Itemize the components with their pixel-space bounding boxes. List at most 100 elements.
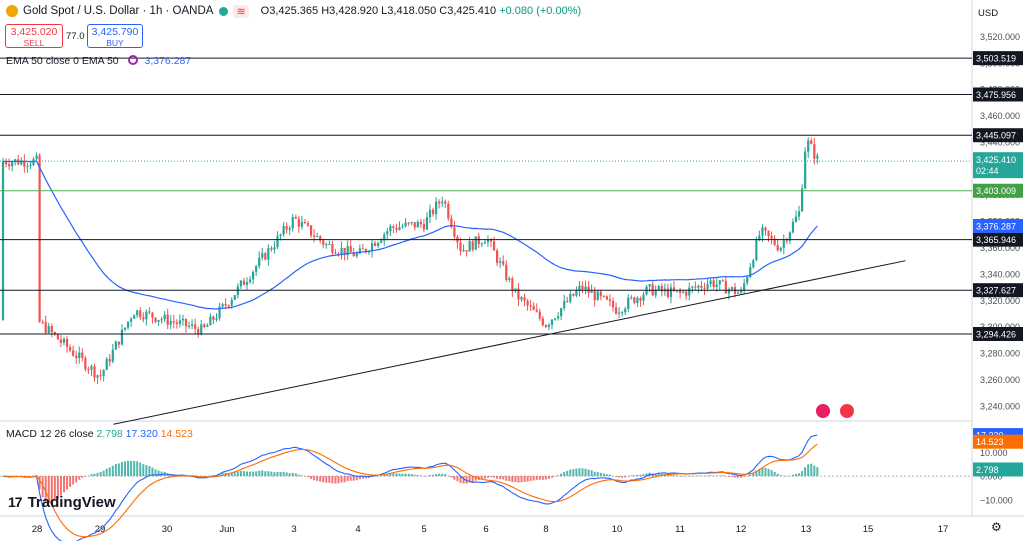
candle-body [563,301,566,309]
ema-legend[interactable]: EMA 50 close 0 EMA 50 3,376.287 [6,55,191,67]
macd-histogram-bar [483,476,486,479]
candle-body [41,321,44,323]
candle-body [157,320,160,322]
time-tick-label: 11 [675,524,685,535]
macd-histogram-bar [102,470,105,477]
macd-histogram-bar [569,469,572,477]
macd-histogram-bar [117,463,120,477]
candle-body [38,155,41,322]
candle-body [194,324,197,329]
candle-body [407,222,410,224]
candle-body [142,317,145,320]
candle-body [242,280,246,285]
macd-legend-label: MACD 12 26 close [6,428,94,440]
macd-histogram-bar [599,472,602,477]
candle-body [694,286,697,288]
currency-label[interactable]: USD [978,8,998,19]
candle-body [422,224,425,230]
macd-histogram-bar [453,476,456,480]
macd-histogram-bar [581,468,584,477]
macd-histogram-bar [596,472,599,477]
candle-body [294,217,297,219]
candle-body [752,260,755,268]
chart-canvas[interactable]: 3,240.0003,260.0003,280.0003,300.0003,32… [0,0,1024,541]
macd-histogram-bar [264,471,267,477]
macd-legend[interactable]: MACD 12 26 close 2.798 17.320 14.523 [6,428,193,440]
candle-body [709,280,712,285]
candle-body [374,243,377,246]
candle-body [117,341,120,345]
time-tick-label: 12 [736,524,747,535]
candle-body [541,318,544,326]
candle-body [730,287,734,290]
candle-body [178,320,181,324]
macd-histogram-bar [120,462,123,477]
candle-body [776,244,779,251]
sell-button[interactable]: 3,425.020 SELL [5,24,63,48]
candle-body [148,311,151,313]
buy-price: 3,425.790 [91,26,139,38]
macd-histogram-bar [139,462,142,477]
settings-gear-icon[interactable]: ⚙ [991,520,1002,534]
candle-body [755,239,758,261]
candle-body [718,280,721,285]
macd-histogram-bar [791,474,794,477]
candle-body [279,234,282,236]
macd-histogram-bar [325,476,328,483]
candle-body [133,315,136,319]
macd-histogram-bar [624,476,627,478]
macd-tick-label: 10.000 [980,448,1008,458]
macd-histogram-bar [133,461,136,477]
candle-body [154,317,157,322]
candle-body [596,291,599,301]
candle-body [630,297,633,299]
candle-body [108,358,111,362]
candle-body [700,285,703,288]
candle-body [398,227,401,230]
macd-histogram-bar [709,475,712,477]
price-level-tag-label: 3,327.627 [976,286,1016,296]
candle-body [361,248,364,250]
candle-body [605,296,608,300]
ema-legend-value: 3,376.287 [144,55,192,67]
candle-body [166,314,169,325]
macd-histogram-bar [749,474,752,477]
macd-histogram-bar [346,476,349,482]
macd-histogram-bar [779,475,782,477]
macd-histogram-bar [398,473,401,477]
candle-body [300,221,303,227]
candle-body [145,311,148,320]
macd-histogram-bar [541,476,544,480]
candle-body [111,349,114,362]
candle-body [511,278,514,291]
candle-body [758,235,761,240]
candle-body [200,324,203,335]
macd-histogram-bar [69,476,72,487]
ohlc-values: O3,425.365 H3,428.920 L3,418.050 C3,425.… [260,5,500,17]
candle-body [322,240,325,245]
macd-histogram-bar [560,473,563,477]
candle-body [813,144,816,159]
macd-histogram-bar [776,473,779,477]
time-tick-label: 3 [291,524,296,535]
candle-body [65,338,69,348]
candle-body [447,203,450,219]
macd-histogram-bar [456,476,459,482]
buy-button[interactable]: 3,425.790 BUY [87,24,143,48]
macd-histogram-bar [340,476,343,483]
candle-body [566,301,569,303]
candle-body [621,312,624,314]
wave-icon[interactable]: ≋ [233,4,249,18]
macd-histogram-bar [142,464,145,477]
candle-body [221,304,224,307]
candle-body [496,250,499,263]
candle-body [724,280,727,294]
candle-body [69,347,72,351]
candle-body [230,299,233,306]
time-tick-label: 4 [355,524,360,535]
symbol-title[interactable]: Gold Spot / U.S. Dollar · 1h · OANDA [23,5,213,17]
candle-body [245,282,249,285]
candle-body [267,248,270,260]
macd-histogram-bar [66,476,69,490]
candle-body [78,352,81,359]
